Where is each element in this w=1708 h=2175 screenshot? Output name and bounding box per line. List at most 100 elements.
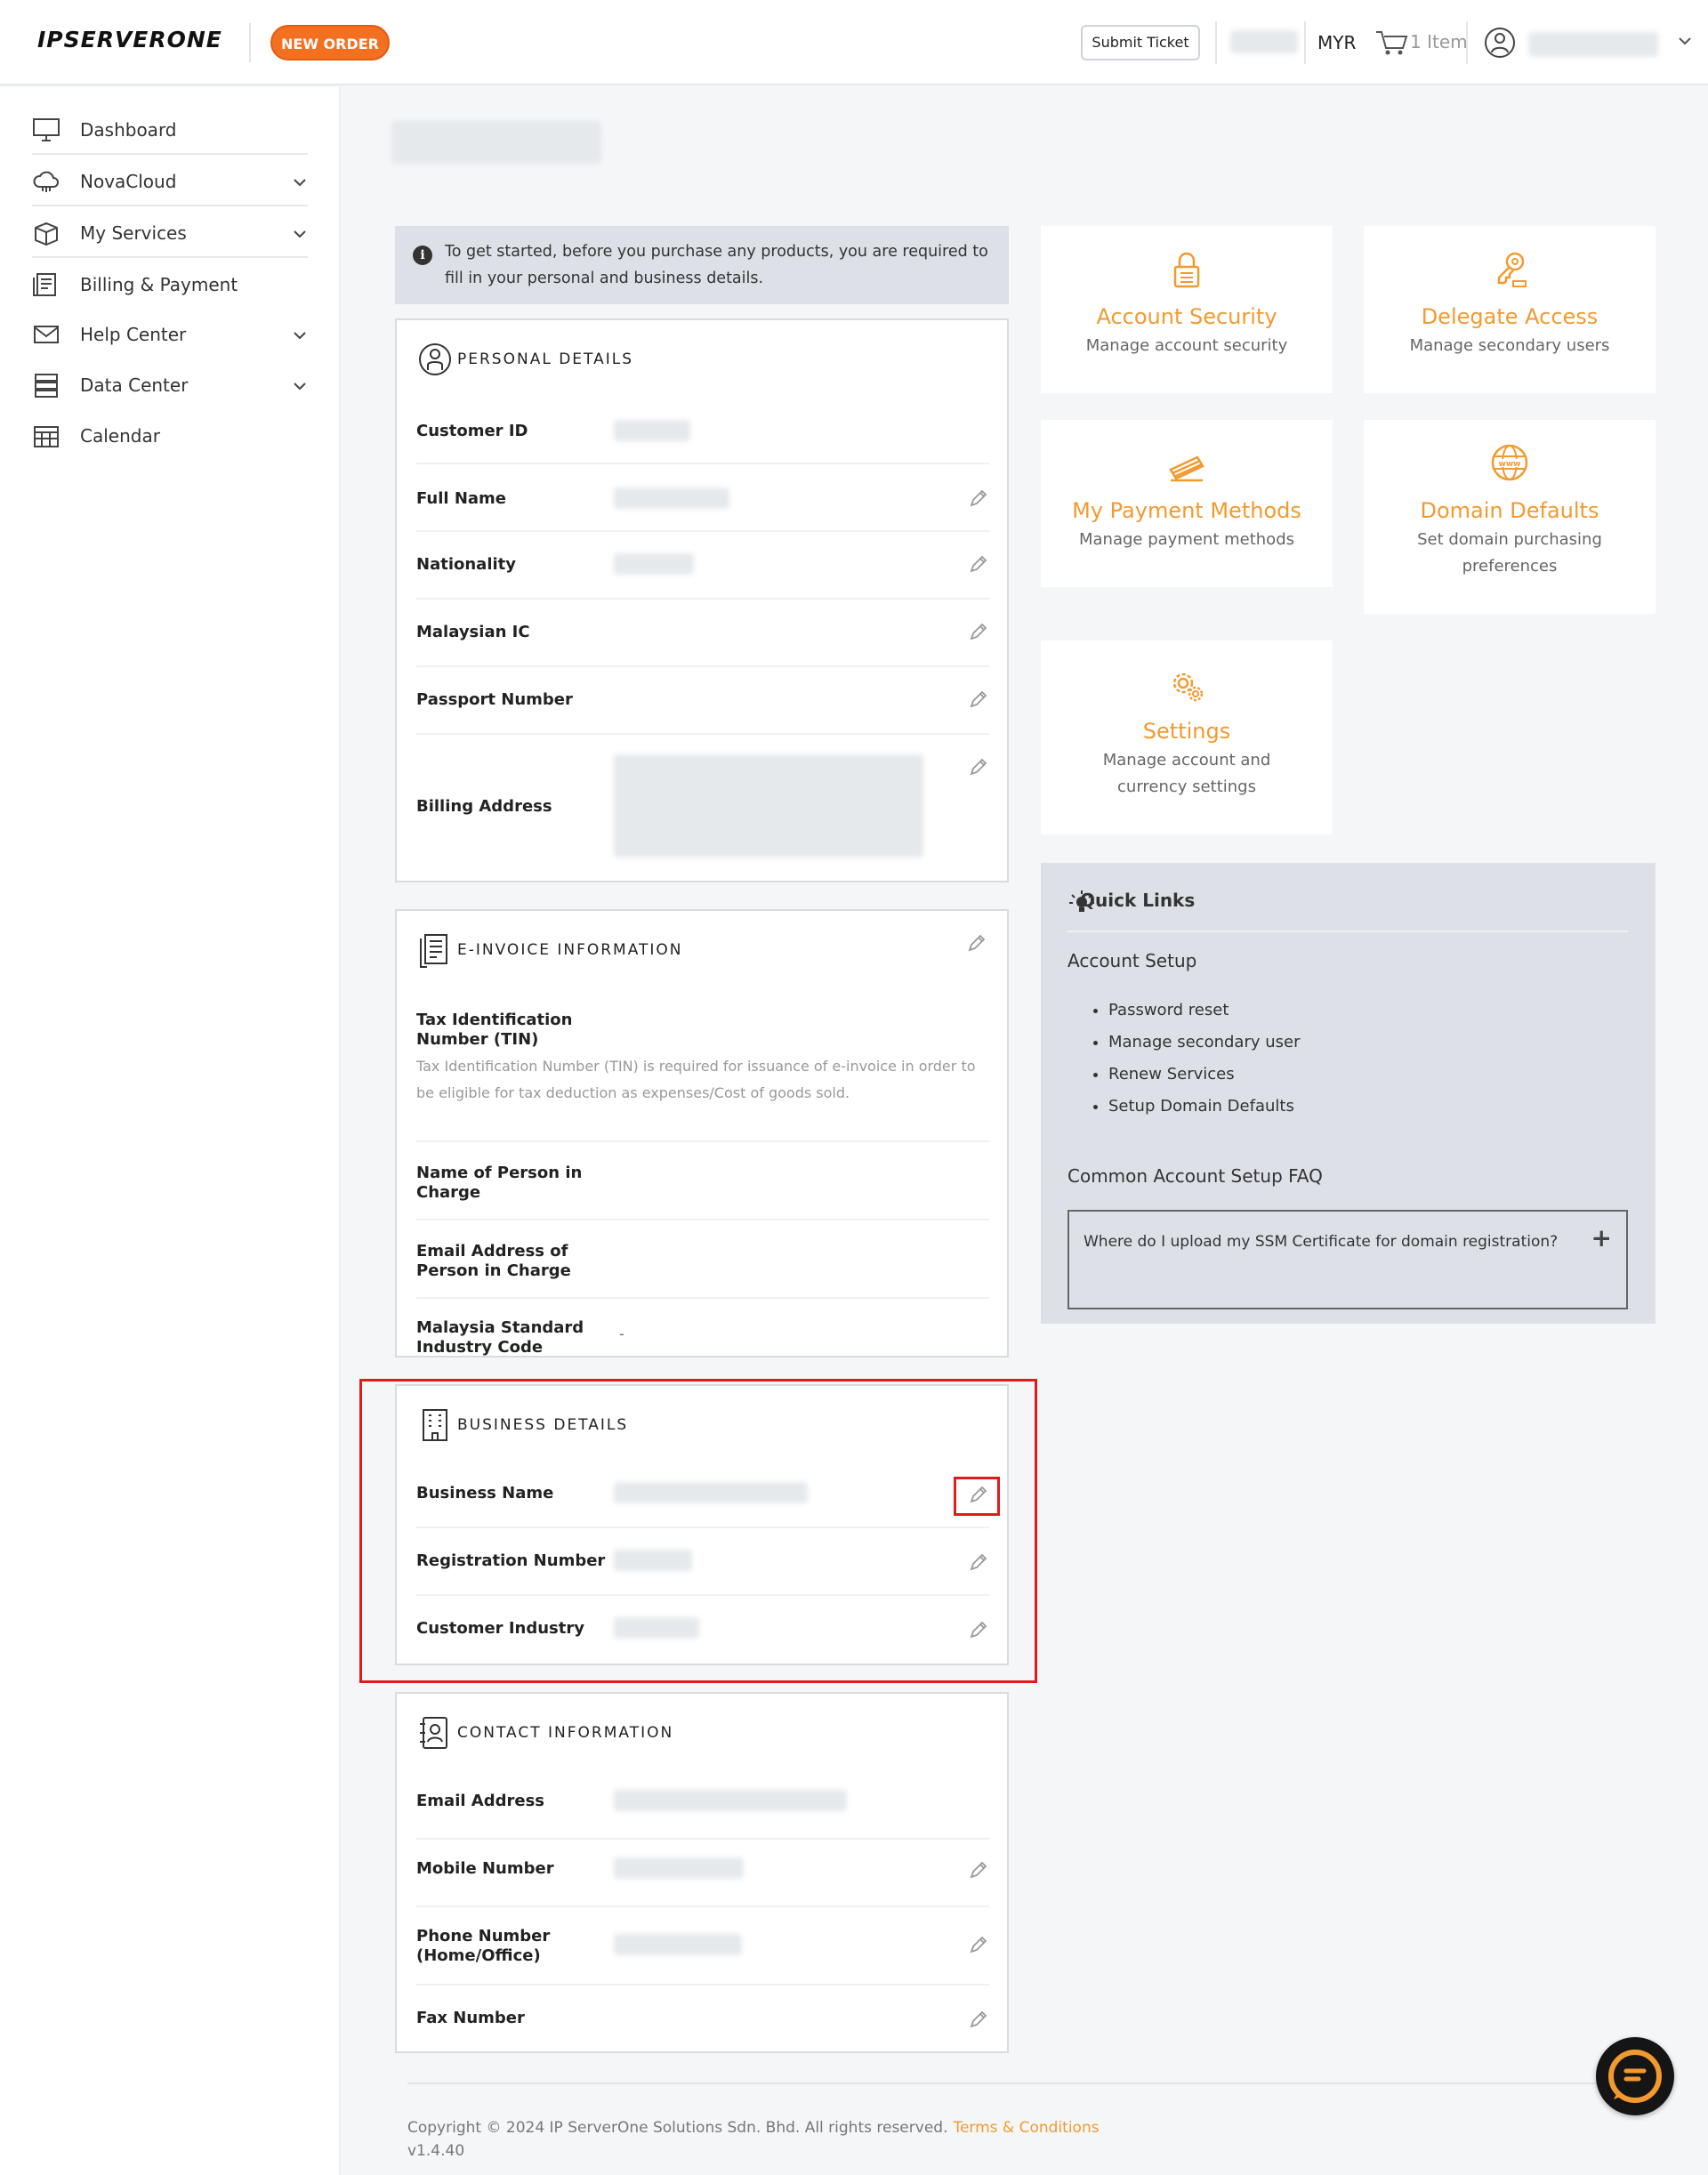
chevron-down-icon[interactable]	[1676, 32, 1694, 50]
svg-text:www: www	[1499, 460, 1521, 469]
server-icon	[35, 374, 58, 398]
detail-row: Fax Number	[416, 1986, 989, 2051]
mail-icon	[34, 326, 59, 343]
chat-bubble-icon[interactable]	[1596, 2037, 1674, 2115]
field-value-redacted	[614, 487, 729, 509]
top-navigation-bar: IPSERVERONE NEW ORDER Submit Ticket MYR …	[0, 0, 1708, 85]
quick-link-manage-secondary-user[interactable]: Manage secondary user	[1108, 1027, 1300, 1059]
pencil-edit-icon[interactable]	[968, 2009, 989, 2030]
field-label: Tax Identification Number (TIN)	[416, 1011, 573, 1049]
chevron-down-icon[interactable]	[292, 327, 308, 343]
new-order-button[interactable]: NEW ORDER	[270, 25, 390, 60]
cloud-icon	[33, 171, 59, 192]
monitor-icon	[33, 118, 60, 141]
detail-row: Billing Address	[416, 735, 989, 877]
detail-row: Email Address of Person in Charge	[416, 1220, 989, 1299]
tile-subtitle: Set domain purchasing preferences	[1417, 530, 1602, 576]
pencil-edit-icon[interactable]	[968, 487, 989, 509]
sidebar-item-billing-payment[interactable]: Billing & Payment	[32, 260, 308, 310]
quick-links-panel: Quick Links Account Setup Password reset…	[1041, 863, 1656, 1324]
sidebar-item-data-center[interactable]: Data Center	[32, 360, 308, 410]
currency-selector[interactable]: MYR	[1317, 32, 1356, 53]
chevron-down-icon[interactable]	[292, 378, 308, 394]
tile-account-security[interactable]: Account Security Manage account security	[1041, 226, 1333, 393]
quick-link-password-reset[interactable]: Password reset	[1108, 995, 1300, 1027]
user-avatar-icon[interactable]	[1484, 27, 1516, 59]
quick-links-title: Quick Links	[1080, 890, 1196, 911]
field-value-redacted	[614, 553, 694, 575]
cart-icon[interactable]	[1374, 28, 1410, 57]
detail-row: Phone Number (Home/Office)	[416, 1907, 989, 1986]
tile-title: Domain Defaults	[1420, 498, 1599, 523]
submit-ticket-button[interactable]: Submit Ticket	[1081, 25, 1200, 60]
sidebar-item-calendar[interactable]: Calendar	[32, 411, 308, 461]
copyright-notice: Copyright © 2024 IP ServerOne Solutions …	[407, 2119, 948, 2137]
tile-my-payment-methods[interactable]: My Payment Methods Manage payment method…	[1041, 420, 1333, 587]
tile-delegate-access[interactable]: Delegate Access Manage secondary users	[1364, 226, 1656, 393]
tile-title: Account Security	[1096, 304, 1277, 329]
live-chat-button[interactable]	[1596, 2037, 1674, 2115]
field-label: Fax Number	[416, 2009, 525, 2027]
pencil-edit-icon[interactable]	[968, 689, 989, 710]
chevron-down-icon[interactable]	[292, 226, 308, 242]
sidebar-item-label: NovaCloud	[80, 171, 177, 192]
faq-question[interactable]: Where do I upload my SSM Certificate for…	[1084, 1233, 1558, 1251]
field-label: Customer ID	[416, 422, 528, 440]
box-icon	[35, 222, 58, 246]
sidebar-item-novacloud[interactable]: NovaCloud	[32, 157, 308, 206]
field-label: Name of Person in Charge	[416, 1164, 583, 1202]
tile-subtitle: Manage account and currency settings	[1102, 751, 1271, 796]
pencil-edit-icon[interactable]	[968, 1859, 989, 1881]
quick-link-setup-domain-defaults[interactable]: Setup Domain Defaults	[1108, 1091, 1300, 1123]
tile-settings[interactable]: Settings Manage account and currency set…	[1041, 640, 1333, 834]
field-label: Email Address of Person in Charge	[416, 1242, 571, 1280]
field-label: Full Name	[416, 489, 506, 508]
field-value-redacted	[614, 1934, 742, 1955]
pencil-edit-icon[interactable]	[968, 553, 989, 575]
pencil-edit-icon[interactable]	[968, 621, 989, 642]
pencil-edit-icon[interactable]	[968, 756, 989, 777]
tile-subtitle: Manage payment methods	[1078, 530, 1294, 549]
field-label: Passport Number	[416, 690, 573, 709]
detail-row: Malaysia Standard Industry Code -	[416, 1299, 989, 1357]
footer-divider	[407, 2082, 1655, 2084]
tile-subtitle: Manage secondary users	[1409, 336, 1610, 355]
key-icon	[1497, 252, 1527, 287]
company-logo[interactable]: IPSERVERONE	[37, 27, 222, 52]
field-value: -	[619, 1325, 624, 1342]
chevron-down-icon[interactable]	[292, 174, 308, 190]
user-name-redacted[interactable]	[1528, 32, 1658, 57]
sidebar-item-my-services[interactable]: My Services	[32, 208, 308, 258]
card-title: PERSONAL DETAILS	[457, 350, 633, 368]
personal-details-card: PERSONAL DETAILS Customer ID Full Name N…	[395, 318, 1009, 882]
page-title-redacted	[391, 121, 601, 164]
contact-information-card: CONTACT INFORMATION Email Address Mobile…	[395, 1692, 1009, 2053]
divider	[1466, 21, 1468, 64]
faq-accordion-item[interactable]: Where do I upload my SSM Certificate for…	[1068, 1210, 1628, 1309]
plus-icon[interactable]: +	[1591, 1226, 1612, 1251]
sidebar-item-label: Help Center	[80, 324, 187, 345]
divider	[1304, 21, 1306, 64]
highlight-box	[359, 1379, 1037, 1683]
field-label: Phone Number (Home/Office)	[416, 1927, 551, 1965]
pencil-edit-icon[interactable]	[968, 1934, 989, 1955]
quick-link-renew-services[interactable]: Renew Services	[1108, 1059, 1300, 1091]
field-value-redacted	[614, 420, 690, 441]
field-label: Malaysian IC	[416, 623, 530, 641]
credit-card-icon	[1169, 455, 1204, 482]
highlight-box	[954, 1477, 1000, 1516]
gears-icon	[1172, 673, 1204, 702]
cart-count[interactable]: 1 Item	[1410, 31, 1468, 52]
calendar-icon	[34, 426, 59, 447]
tile-domain-defaults[interactable]: www Domain Defaults Set domain purchasin…	[1364, 420, 1656, 614]
sidebar-item-dashboard[interactable]: Dashboard	[32, 105, 308, 155]
pencil-edit-icon[interactable]	[966, 932, 987, 954]
divider	[1215, 21, 1217, 64]
terms-link[interactable]: Terms & Conditions	[953, 2119, 1099, 2137]
copyright-text: Copyright © 2024 IP ServerOne Solutions …	[407, 2119, 1100, 2137]
detail-row: Nationality	[416, 532, 989, 600]
sidebar-item-help-center[interactable]: Help Center	[32, 310, 308, 359]
detail-row: Email Address	[416, 1772, 989, 1840]
detail-row: Customer ID	[416, 409, 989, 464]
field-value-redacted	[614, 1857, 744, 1879]
